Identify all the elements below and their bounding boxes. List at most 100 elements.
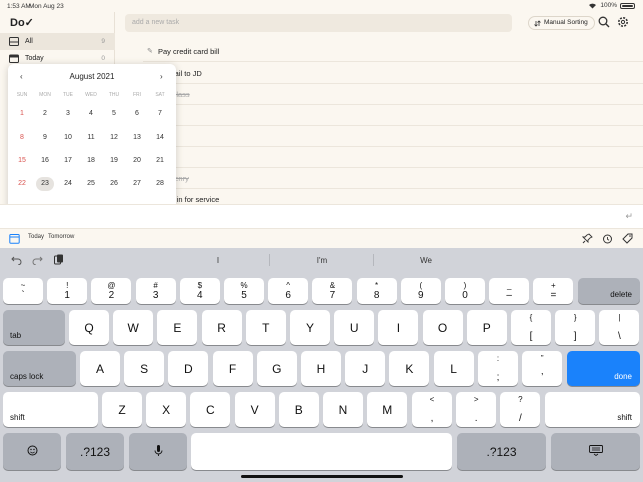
key-s[interactable]: S — [124, 351, 165, 386]
calendar-day[interactable]: 23 — [36, 177, 54, 191]
key-v[interactable]: V — [234, 392, 275, 427]
key-g[interactable]: G — [256, 351, 297, 386]
next-month-button[interactable]: › — [160, 72, 163, 81]
manual-sorting-button[interactable]: Manual Sorting — [528, 16, 595, 30]
key-symbol[interactable]: | \ — [599, 310, 640, 345]
key-z[interactable]: Z — [102, 392, 142, 427]
calendar-day[interactable]: 5 — [105, 107, 123, 121]
task-composer[interactable]: ↵ — [0, 204, 643, 228]
undo-icon[interactable] — [11, 254, 22, 265]
calendar-day[interactable]: 4 — [82, 107, 100, 121]
key-symbol[interactable]: {[ — [511, 310, 551, 345]
task-row[interactable]: : — [143, 105, 643, 126]
key-symbol[interactable]: >. — [456, 392, 497, 427]
task-row[interactable]: for Henry — [143, 168, 643, 189]
key-o[interactable]: O — [422, 310, 463, 345]
key-symbol[interactable]: ? / — [500, 392, 541, 427]
calendar-day[interactable]: 25 — [82, 177, 100, 191]
key-c[interactable]: C — [190, 392, 231, 427]
calendar-day[interactable]: 21 — [151, 154, 169, 168]
suggestion-1[interactable]: I — [166, 256, 270, 265]
calendar-day[interactable]: 24 — [59, 177, 77, 191]
key-l[interactable]: L — [433, 351, 474, 386]
key-f[interactable]: F — [212, 351, 253, 386]
task-row[interactable] — [143, 126, 643, 147]
calendar-icon[interactable] — [9, 233, 20, 244]
return-icon[interactable]: ↵ — [625, 211, 633, 222]
calendar-day[interactable]: 18 — [82, 154, 100, 168]
key-`[interactable]: ~ ` — [3, 278, 43, 304]
calendar-day[interactable]: 8 — [13, 131, 31, 145]
space-key[interactable] — [191, 433, 452, 470]
key-y[interactable]: Y — [290, 310, 330, 345]
alarm-icon[interactable] — [602, 233, 613, 244]
paste-icon[interactable] — [53, 254, 64, 265]
calendar-day[interactable]: 9 — [36, 131, 54, 145]
calendar-day[interactable]: 11 — [82, 131, 100, 145]
done-key[interactable]: done — [567, 351, 640, 386]
key-r[interactable]: R — [201, 310, 242, 345]
key-symbol[interactable]: }] — [555, 310, 596, 345]
key-3[interactable]: #3 — [135, 278, 176, 304]
new-task-input[interactable]: add a new task — [125, 14, 512, 32]
dictation-key[interactable] — [129, 433, 187, 470]
key-0[interactable]: ) 0 — [445, 278, 485, 304]
key-2[interactable]: @2 — [91, 278, 132, 304]
tomorrow-button[interactable]: Tomorrow — [48, 234, 74, 240]
calendar-day[interactable]: 14 — [151, 131, 169, 145]
key-5[interactable]: % 5 — [224, 278, 264, 304]
tab-key[interactable]: tab — [3, 310, 65, 345]
left-shift-key[interactable]: shift — [3, 392, 98, 427]
key-j[interactable]: J — [345, 351, 386, 386]
numbers-key-right[interactable]: .?123 — [457, 433, 546, 470]
key-b[interactable]: B — [278, 392, 319, 427]
calendar-day[interactable]: 3 — [59, 107, 77, 121]
suggestion-3[interactable]: We — [374, 256, 478, 265]
calendar-day[interactable]: 20 — [128, 154, 146, 168]
calendar-day[interactable]: 15 — [13, 154, 31, 168]
right-shift-key[interactable]: shift — [545, 392, 640, 427]
key-q[interactable]: Q — [69, 310, 109, 345]
calendar-day[interactable]: 6 — [128, 107, 146, 121]
calendar-day[interactable]: 16 — [36, 154, 54, 168]
key-d[interactable]: D — [168, 351, 209, 386]
calendar-day[interactable]: 28 — [151, 177, 169, 191]
key-w[interactable]: W — [113, 310, 154, 345]
key-i[interactable]: I — [378, 310, 419, 345]
key-t[interactable]: T — [245, 310, 286, 345]
tag-icon[interactable] — [622, 233, 633, 244]
key-symbol[interactable]: ”’ — [522, 351, 563, 386]
calendar-day[interactable]: 19 — [105, 154, 123, 168]
task-row[interactable]: ano class — [143, 84, 643, 105]
key-8[interactable]: * 8 — [356, 278, 397, 304]
suggestion-2[interactable]: I'm — [270, 256, 374, 265]
redo-icon[interactable] — [32, 254, 43, 265]
key-a[interactable]: A — [80, 351, 120, 386]
key-symbol[interactable]: <, — [412, 392, 452, 427]
calendar-day[interactable]: 2 — [36, 107, 54, 121]
delete-key[interactable]: delete — [578, 278, 640, 304]
key-h[interactable]: H — [301, 351, 341, 386]
search-icon[interactable] — [598, 16, 610, 28]
key-p[interactable]: P — [466, 310, 507, 345]
calendar-day[interactable]: 10 — [59, 131, 77, 145]
key-e[interactable]: E — [157, 310, 198, 345]
calendar-day[interactable]: 17 — [59, 154, 77, 168]
calendar-day[interactable]: 1 — [13, 107, 31, 121]
task-row[interactable]: ✎ Pay credit card bill — [143, 41, 643, 62]
key-=[interactable]: + = — [533, 278, 574, 304]
key-m[interactable]: M — [367, 392, 408, 427]
calendar-day[interactable]: 22 — [13, 177, 31, 191]
emoji-key[interactable] — [3, 433, 61, 470]
calendar-day[interactable]: 7 — [151, 107, 169, 121]
hide-keyboard-key[interactable] — [551, 433, 640, 470]
pin-icon[interactable] — [582, 233, 593, 244]
key-u[interactable]: U — [334, 310, 375, 345]
calendar-day[interactable]: 26 — [105, 177, 123, 191]
calendar-day[interactable]: 13 — [128, 131, 146, 145]
key-–[interactable]: _ – — [489, 278, 530, 304]
key-9[interactable]: (9 — [400, 278, 441, 304]
gear-icon[interactable] — [617, 16, 629, 28]
key-symbol[interactable]: :; — [478, 351, 518, 386]
calendar-day[interactable]: 27 — [128, 177, 146, 191]
